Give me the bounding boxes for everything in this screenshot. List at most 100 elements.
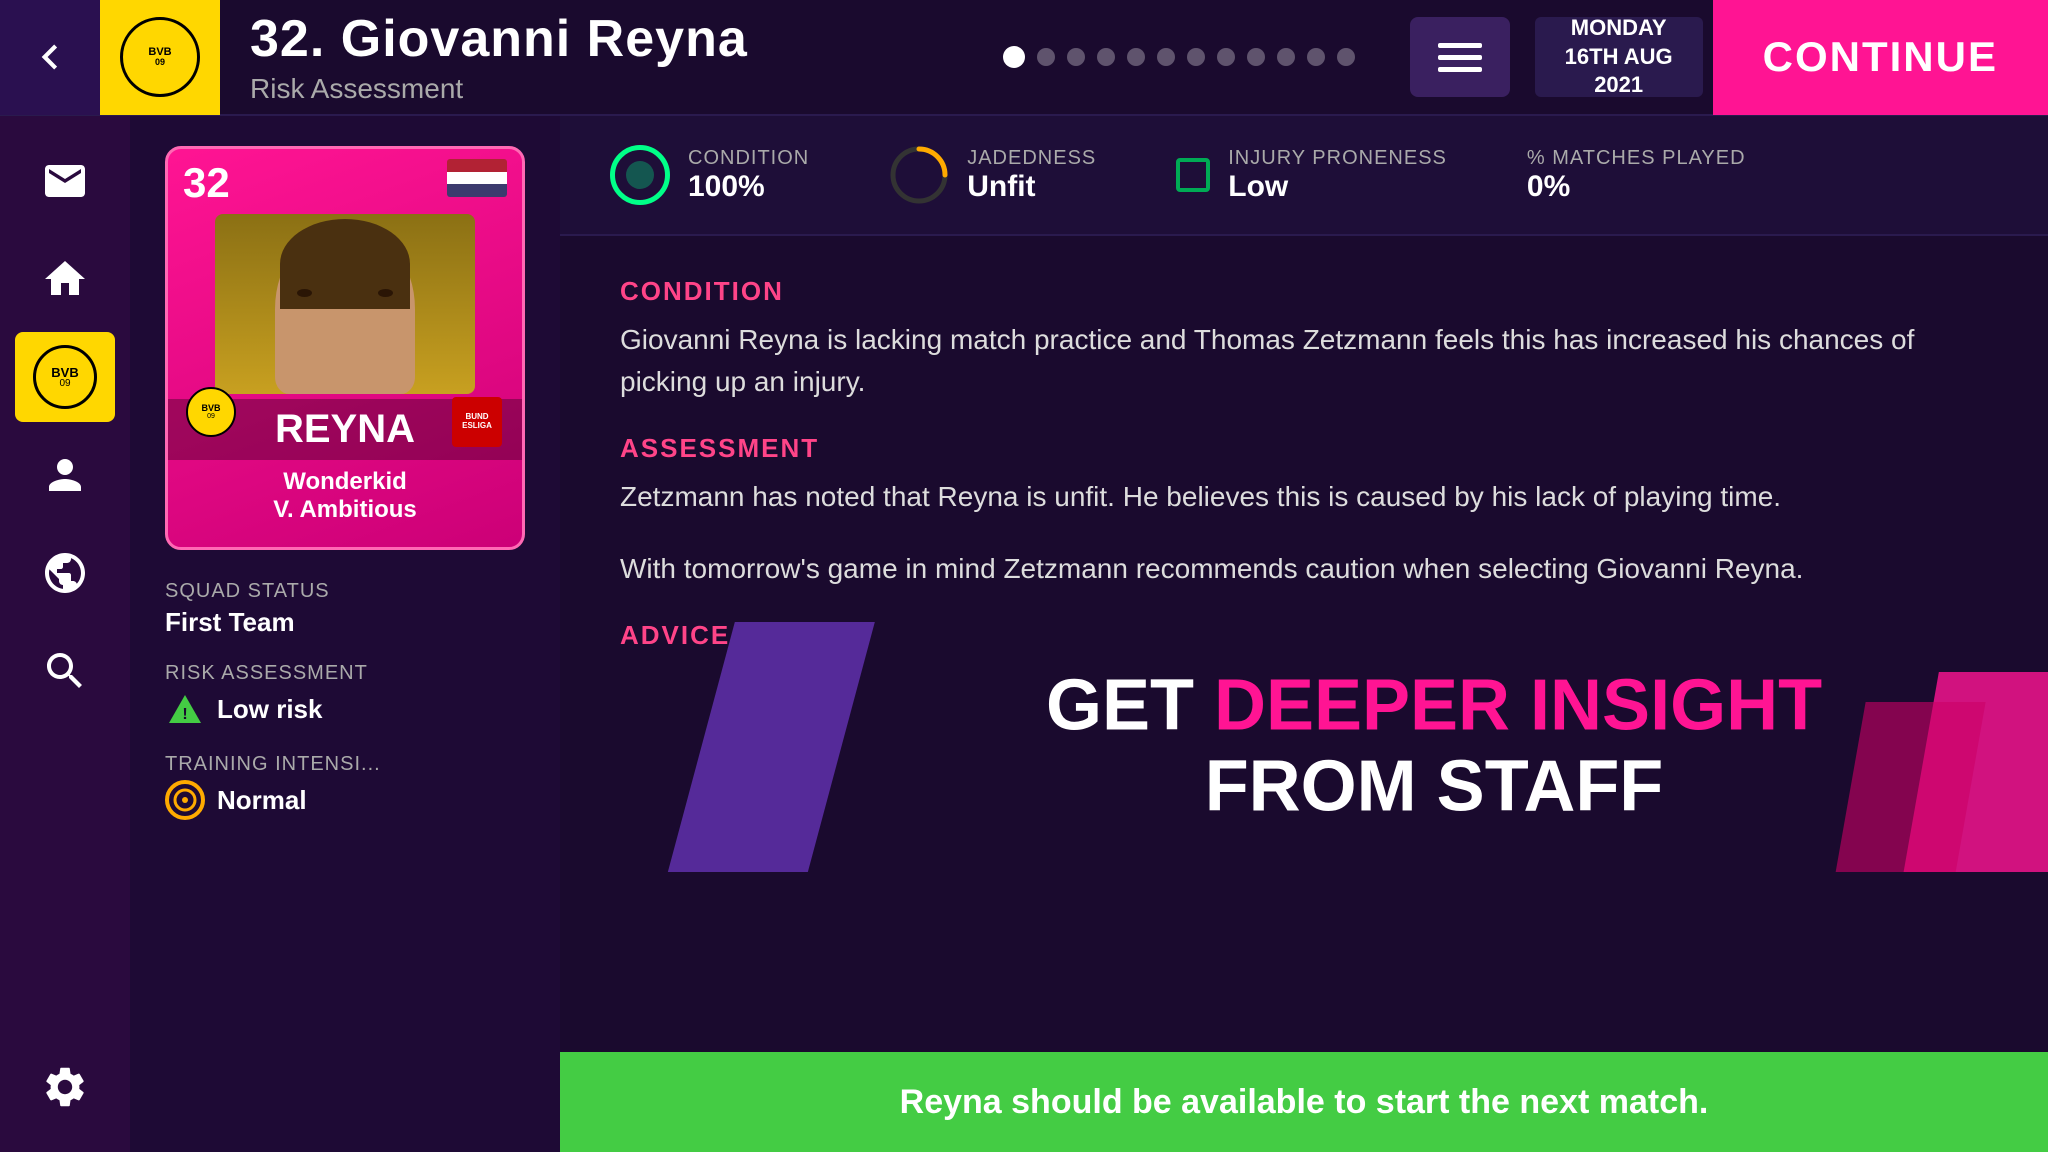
risk-assessment-row: RISK ASSESSMENT ! Low risk bbox=[165, 662, 525, 729]
flag-red bbox=[447, 159, 507, 172]
player-full-name: 32. Giovanni Reyna bbox=[250, 9, 933, 69]
promo-line1: GET DEEPER INSIGHT bbox=[820, 666, 2048, 745]
jadedness-arc-icon bbox=[889, 145, 949, 205]
squad-status-row: SQUAD STATUS First Team bbox=[165, 580, 525, 638]
dot-3[interactable] bbox=[1067, 48, 1085, 66]
continue-button[interactable]: CONTINUE bbox=[1713, 0, 2048, 115]
condition-value: 100% bbox=[688, 170, 809, 204]
flag-blue bbox=[447, 184, 507, 197]
bottom-banner-text: Reyna should be available to start the n… bbox=[900, 1083, 1709, 1122]
jadedness-value: Unfit bbox=[967, 170, 1096, 204]
dot-4[interactable] bbox=[1097, 48, 1115, 66]
dot-10[interactable] bbox=[1277, 48, 1295, 66]
dot-12[interactable] bbox=[1337, 48, 1355, 66]
card-trait-2: V. Ambitious bbox=[183, 496, 507, 524]
dot-9[interactable] bbox=[1247, 48, 1265, 66]
dot-1[interactable] bbox=[1003, 46, 1025, 68]
risk-assessment-label: RISK ASSESSMENT bbox=[165, 662, 525, 685]
sidebar-item-settings[interactable] bbox=[15, 1042, 115, 1132]
dot-6[interactable] bbox=[1157, 48, 1175, 66]
condition-stat: CONDITION 100% bbox=[610, 145, 809, 205]
menu-line-1 bbox=[1438, 43, 1482, 48]
matches-value: 0% bbox=[1527, 170, 1746, 204]
training-row: TRAINING INTENSI... Normal bbox=[165, 753, 525, 820]
person-icon bbox=[41, 451, 89, 499]
risk-icon: ! bbox=[165, 689, 205, 729]
jadedness-indicator bbox=[889, 145, 949, 205]
sidebar-item-search[interactable] bbox=[15, 626, 115, 716]
sidebar-nav: BVB 09 bbox=[0, 116, 130, 1152]
injury-info: INJURY PRONENESS Low bbox=[1228, 147, 1447, 204]
sidebar-item-globe[interactable] bbox=[15, 528, 115, 618]
player-section: 32 BVB 09 B bbox=[130, 116, 560, 1152]
svg-text:!: ! bbox=[182, 706, 187, 723]
dot-7[interactable] bbox=[1187, 48, 1205, 66]
main-content: CONDITION 100% JADEDNESS Unfit INJURY PR… bbox=[560, 116, 2048, 1152]
training-value-row: Normal bbox=[165, 780, 525, 820]
squad-status-label: SQUAD STATUS bbox=[165, 580, 525, 603]
menu-line-3 bbox=[1438, 67, 1482, 72]
menu-button[interactable] bbox=[1410, 17, 1510, 97]
jadedness-label: JADEDNESS bbox=[967, 147, 1096, 170]
bvb-badge-icon: BVB 09 bbox=[33, 345, 97, 409]
back-button[interactable] bbox=[0, 0, 100, 115]
page-subtitle: Risk Assessment bbox=[250, 73, 933, 105]
card-league-badge: BUNDESLIGA bbox=[452, 397, 502, 447]
assessment-section-body2: With tomorrow's game in mind Zetzmann re… bbox=[620, 548, 1988, 590]
player-photo bbox=[215, 214, 475, 394]
matches-label: % MATCHES PLAYED bbox=[1527, 147, 1746, 170]
condition-circle bbox=[610, 145, 670, 205]
card-number: 32 bbox=[183, 159, 230, 207]
continue-label: CONTINUE bbox=[1763, 33, 1998, 81]
header-player-info: 32. Giovanni Reyna Risk Assessment bbox=[220, 9, 963, 105]
risk-value: Low risk bbox=[217, 694, 322, 725]
squad-status-value: First Team bbox=[165, 607, 525, 638]
sidebar-item-club[interactable]: BVB 09 bbox=[15, 332, 115, 422]
assessment-section-body1: Zetzmann has noted that Reyna is unfit. … bbox=[620, 476, 1988, 518]
pagination bbox=[963, 46, 1395, 68]
player-stats: SQUAD STATUS First Team RISK ASSESSMENT … bbox=[150, 580, 540, 844]
settings-icon bbox=[41, 1063, 89, 1111]
risk-value-row: ! Low risk bbox=[165, 689, 525, 729]
training-label: TRAINING INTENSI... bbox=[165, 753, 525, 776]
club-logo-header: BVB 09 bbox=[100, 0, 220, 115]
content-area: CONDITION Giovanni Reyna is lacking matc… bbox=[560, 236, 2048, 1052]
dot-11[interactable] bbox=[1307, 48, 1325, 66]
training-icon bbox=[165, 780, 205, 820]
stats-bar: CONDITION 100% JADEDNESS Unfit INJURY PR… bbox=[560, 116, 2048, 236]
condition-check-icon bbox=[625, 160, 655, 190]
training-circle-icon bbox=[165, 780, 205, 820]
assessment-section-title: ASSESSMENT bbox=[620, 433, 1988, 464]
promo-get-text: GET bbox=[1046, 665, 1214, 745]
condition-label: CONDITION bbox=[688, 147, 809, 170]
globe-icon bbox=[41, 549, 89, 597]
promo-text: GET DEEPER INSIGHT FROM STAFF bbox=[820, 666, 2048, 827]
sidebar-item-mail[interactable] bbox=[15, 136, 115, 226]
card-trait-1: Wonderkid bbox=[183, 468, 507, 496]
condition-section-title: CONDITION bbox=[620, 276, 1988, 307]
sidebar-item-home[interactable] bbox=[15, 234, 115, 324]
matches-stat: % MATCHES PLAYED 0% bbox=[1527, 147, 1746, 204]
card-traits: Wonderkid V. Ambitious bbox=[183, 460, 507, 532]
condition-info: CONDITION 100% bbox=[688, 147, 809, 204]
home-icon bbox=[41, 255, 89, 303]
condition-section-body: Giovanni Reyna is lacking match practice… bbox=[620, 319, 1988, 403]
search-icon bbox=[41, 647, 89, 695]
dot-8[interactable] bbox=[1217, 48, 1235, 66]
dot-2[interactable] bbox=[1037, 48, 1055, 66]
injury-value: Low bbox=[1228, 170, 1447, 204]
jadedness-stat: JADEDNESS Unfit bbox=[889, 145, 1096, 205]
dot-5[interactable] bbox=[1127, 48, 1145, 66]
player-card: 32 BVB 09 B bbox=[165, 146, 525, 550]
matches-info: % MATCHES PLAYED 0% bbox=[1527, 147, 1746, 204]
injury-label: INJURY PRONENESS bbox=[1228, 147, 1447, 170]
jadedness-info: JADEDNESS Unfit bbox=[967, 147, 1096, 204]
mail-icon bbox=[41, 157, 89, 205]
risk-triangle-icon: ! bbox=[167, 691, 203, 727]
promo-line2: FROM STAFF bbox=[820, 746, 2048, 828]
menu-line-2 bbox=[1438, 55, 1482, 60]
date-text: MONDAY 16TH AUG 2021 bbox=[1565, 14, 1673, 100]
sidebar-item-person[interactable] bbox=[15, 430, 115, 520]
injury-indicator bbox=[1176, 158, 1210, 192]
header: BVB 09 32. Giovanni Reyna Risk Assessmen… bbox=[0, 0, 2048, 116]
